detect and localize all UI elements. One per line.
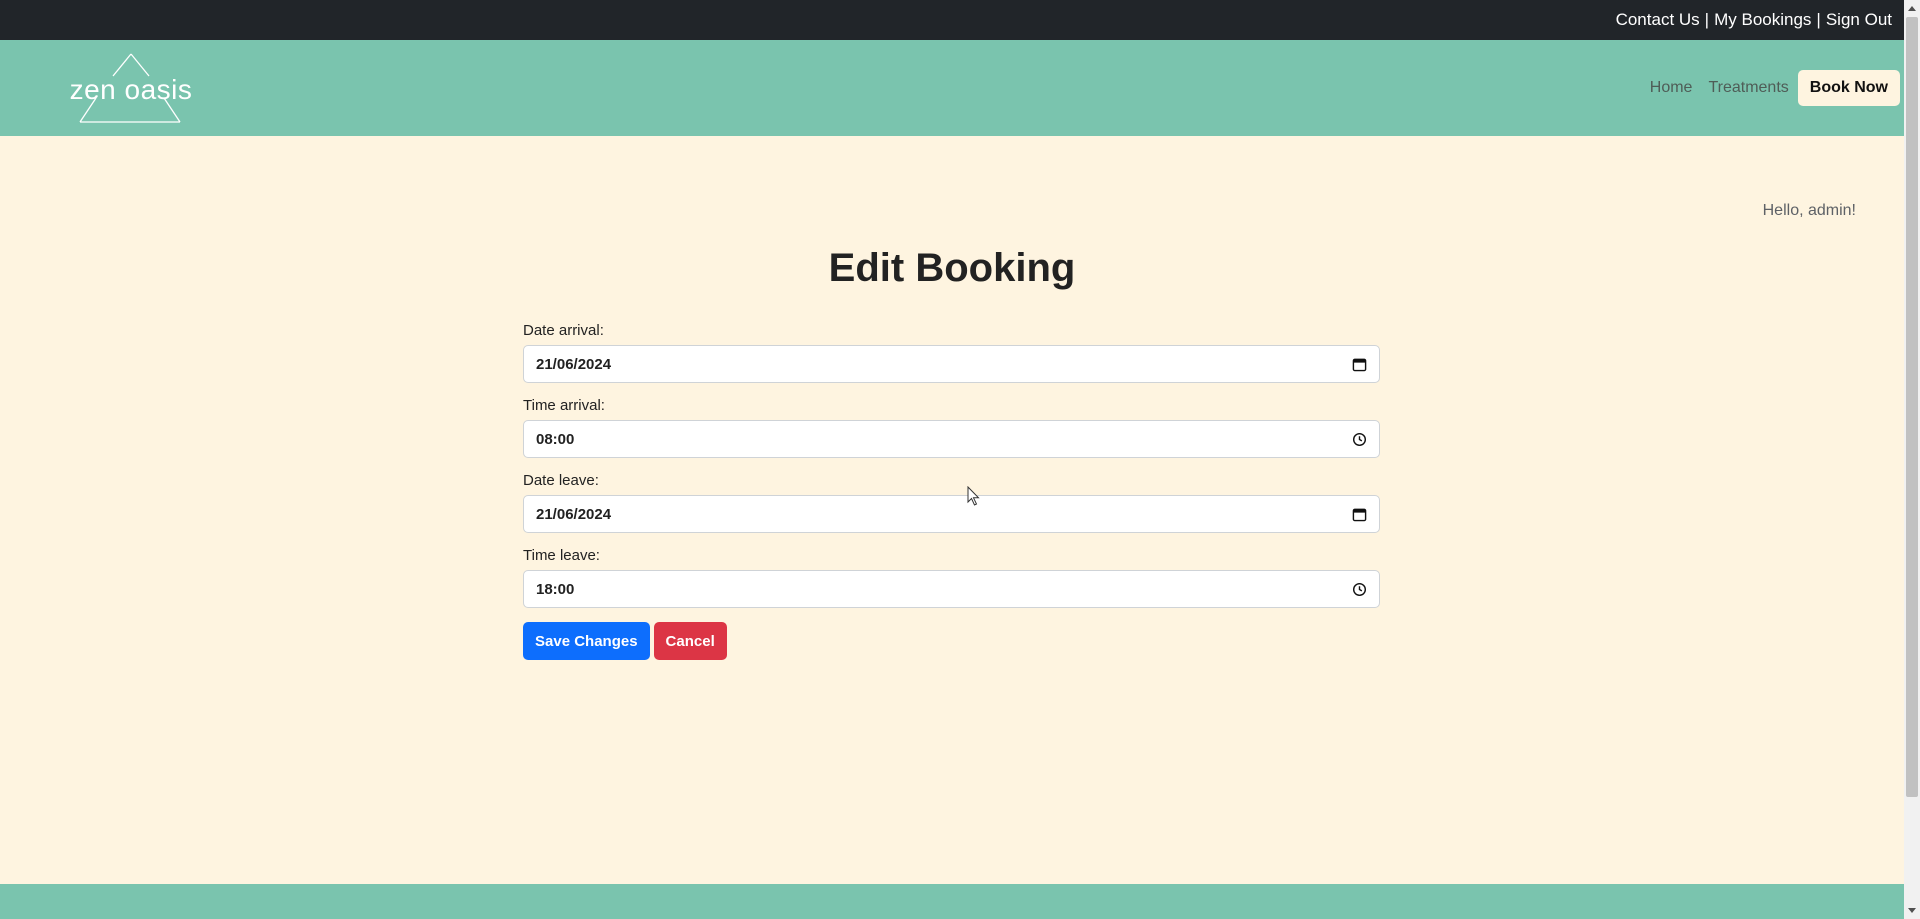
form-actions: Save Changes Cancel bbox=[523, 622, 1380, 660]
page-scrollbar[interactable] bbox=[1904, 0, 1920, 919]
date-leave-label: Date leave: bbox=[523, 472, 599, 489]
main-navbar bbox=[0, 40, 1904, 136]
clock-icon[interactable] bbox=[1352, 582, 1367, 597]
date-leave-value: 21/06/2024 bbox=[536, 506, 612, 523]
calendar-icon[interactable] bbox=[1352, 507, 1367, 522]
date-leave-field: Date leave: 21/06/2024 bbox=[523, 472, 1380, 533]
top-utility-bar: Contact Us | My Bookings | Sign Out bbox=[0, 0, 1904, 40]
book-now-button[interactable]: Book Now bbox=[1797, 70, 1900, 106]
date-arrival-field: Date arrival: 21/06/2024 bbox=[523, 322, 1380, 383]
mouse-cursor-icon bbox=[967, 486, 980, 506]
scroll-down-arrow-icon[interactable] bbox=[1908, 908, 1916, 913]
save-changes-button[interactable]: Save Changes bbox=[523, 622, 650, 660]
date-leave-input[interactable]: 21/06/2024 bbox=[523, 495, 1380, 533]
time-arrival-field: Time arrival: 08:00 bbox=[523, 397, 1380, 458]
zen-oasis-logo[interactable]: zen oasis bbox=[56, 52, 206, 124]
date-arrival-value: 21/06/2024 bbox=[536, 356, 612, 373]
contact-us-link[interactable]: Contact Us bbox=[1616, 10, 1700, 30]
time-leave-field: Time leave: 18:00 bbox=[523, 547, 1380, 608]
separator: | bbox=[1816, 10, 1821, 29]
sign-out-link[interactable]: Sign Out bbox=[1826, 10, 1892, 30]
time-arrival-label: Time arrival: bbox=[523, 397, 605, 414]
time-leave-input[interactable]: 18:00 bbox=[523, 570, 1380, 608]
cancel-button[interactable]: Cancel bbox=[653, 622, 727, 660]
time-arrival-input[interactable]: 08:00 bbox=[523, 420, 1380, 458]
page-title: Edit Booking bbox=[828, 246, 1076, 290]
edit-booking-form: Date arrival: 21/06/2024 Time arrival: 0… bbox=[523, 322, 1380, 660]
nav-links: Home Treatments Book Now bbox=[1650, 70, 1900, 106]
nav-treatments-link[interactable]: Treatments bbox=[1708, 79, 1788, 97]
nav-home-link[interactable]: Home bbox=[1650, 79, 1693, 97]
top-links: Contact Us | My Bookings | Sign Out bbox=[1616, 0, 1892, 40]
scroll-up-arrow-icon[interactable] bbox=[1908, 6, 1916, 11]
time-leave-value: 18:00 bbox=[536, 581, 575, 598]
separator: | bbox=[1704, 10, 1710, 29]
scrollbar-thumb[interactable] bbox=[1906, 17, 1918, 797]
logo-text: zen oasis bbox=[69, 74, 193, 105]
clock-icon[interactable] bbox=[1352, 432, 1367, 447]
footer bbox=[0, 884, 1904, 919]
user-greeting: Hello, admin! bbox=[1762, 202, 1856, 219]
my-bookings-link[interactable]: My Bookings bbox=[1714, 10, 1811, 30]
date-arrival-label: Date arrival: bbox=[523, 322, 604, 339]
time-leave-label: Time leave: bbox=[523, 547, 600, 564]
calendar-icon[interactable] bbox=[1352, 357, 1367, 372]
date-arrival-input[interactable]: 21/06/2024 bbox=[523, 345, 1380, 383]
time-arrival-value: 08:00 bbox=[536, 431, 575, 448]
